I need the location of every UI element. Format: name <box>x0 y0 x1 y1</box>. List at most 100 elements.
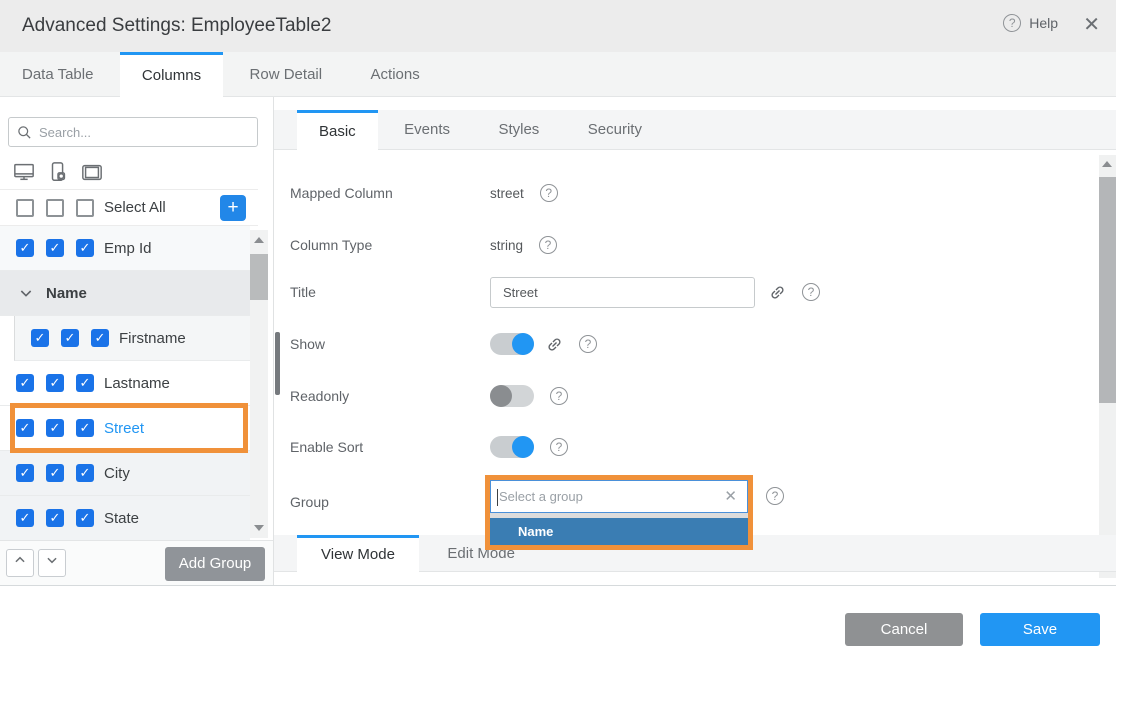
visibility-checkbox[interactable] <box>16 464 34 482</box>
field-label: Enable Sort <box>290 439 490 455</box>
scroll-up-arrow[interactable] <box>254 237 264 243</box>
move-up-button[interactable] <box>6 549 34 577</box>
tab-basic[interactable]: Basic <box>297 110 378 151</box>
tab-styles[interactable]: Styles <box>476 110 561 150</box>
column-type-value: string <box>490 238 523 253</box>
mobile-icon[interactable] <box>47 161 69 183</box>
visibility-checkbox[interactable] <box>46 374 64 392</box>
scroll-up-arrow[interactable] <box>1102 161 1112 167</box>
show-toggle[interactable] <box>490 333 534 355</box>
save-button[interactable]: Save <box>980 613 1100 646</box>
visibility-checkbox[interactable] <box>16 419 34 437</box>
toggle-knob <box>490 385 512 407</box>
enable-sort-toggle[interactable] <box>490 436 534 458</box>
desktop-icon[interactable] <box>12 161 36 183</box>
visibility-checkbox[interactable] <box>61 329 79 347</box>
help-icon[interactable] <box>540 184 558 202</box>
group-row-name[interactable]: Name <box>0 271 250 316</box>
group-select-highlight-annotation: ✕ Name <box>485 475 753 550</box>
visibility-checkbox[interactable] <box>31 329 49 347</box>
field-mapped-column: Mapped Column street <box>290 176 1086 210</box>
help-icon[interactable] <box>766 487 784 505</box>
visibility-checkbox[interactable] <box>46 464 64 482</box>
field-label: Readonly <box>290 388 490 404</box>
scrollbar-thumb[interactable] <box>250 254 268 300</box>
field-enable-sort: Enable Sort <box>290 430 1086 464</box>
add-group-button[interactable]: Add Group <box>165 547 265 581</box>
panel-scrollbar-thumb[interactable] <box>275 332 280 395</box>
tab-events[interactable]: Events <box>382 110 472 150</box>
group-label: Name <box>46 285 87 302</box>
close-icon[interactable]: ✕ <box>1083 14 1100 36</box>
column-label: Emp Id <box>104 240 152 257</box>
dropdown-option-name[interactable]: Name <box>490 518 748 545</box>
search-icon <box>17 125 32 140</box>
select-all-desktop-checkbox[interactable] <box>16 199 34 217</box>
sidebar-scrollbar[interactable] <box>250 230 268 538</box>
search-box[interactable] <box>8 117 258 147</box>
panel-scrollbar[interactable] <box>1099 155 1116 578</box>
link-icon[interactable] <box>769 284 786 301</box>
help-icon[interactable] <box>539 236 557 254</box>
column-row-firstname[interactable]: Firstname <box>14 316 250 361</box>
column-list: Emp Id Name Firstname <box>0 226 250 541</box>
link-icon[interactable] <box>546 336 563 353</box>
visibility-checkbox[interactable] <box>46 239 64 257</box>
help-icon[interactable] <box>802 283 820 301</box>
tablet-icon[interactable] <box>80 161 104 183</box>
help-icon[interactable] <box>550 438 568 456</box>
help-button[interactable]: Help <box>1003 14 1058 32</box>
main-tabbar: Data Table Columns Row Detail Actions <box>0 52 1116 97</box>
group-select[interactable]: ✕ <box>490 480 748 513</box>
visibility-checkbox[interactable] <box>16 239 34 257</box>
dialog-body: Select All + Emp Id Name <box>0 97 1116 586</box>
column-row-city[interactable]: City <box>0 451 250 496</box>
select-all-row: Select All + <box>0 190 258 226</box>
select-all-tablet-checkbox[interactable] <box>76 199 94 217</box>
column-row-street-selected[interactable]: Street <box>0 406 250 451</box>
dialog-title: Advanced Settings: EmployeeTable2 <box>22 0 331 52</box>
field-label: Show <box>290 336 490 352</box>
field-label: Group <box>290 494 490 510</box>
readonly-toggle[interactable] <box>490 385 534 407</box>
column-label: City <box>104 465 130 482</box>
select-all-label: Select All <box>104 199 166 216</box>
visibility-checkbox[interactable] <box>76 464 94 482</box>
move-down-button[interactable] <box>38 549 66 577</box>
help-icon[interactable] <box>579 335 597 353</box>
add-column-button[interactable]: + <box>220 195 246 221</box>
column-row-empid[interactable]: Emp Id <box>0 226 250 271</box>
tab-view-mode[interactable]: View Mode <box>297 535 419 573</box>
column-row-state[interactable]: State <box>0 496 250 541</box>
column-settings-panel: Basic Events Styles Security Mapped Colu… <box>274 97 1116 585</box>
group-select-input[interactable] <box>491 489 747 504</box>
visibility-checkbox[interactable] <box>91 329 109 347</box>
visibility-checkbox[interactable] <box>76 509 94 527</box>
visibility-checkbox[interactable] <box>76 374 94 392</box>
tab-columns[interactable]: Columns <box>120 52 223 98</box>
visibility-checkbox[interactable] <box>76 419 94 437</box>
visibility-checkbox[interactable] <box>16 509 34 527</box>
chevron-down-icon[interactable] <box>18 285 34 301</box>
tab-data-table[interactable]: Data Table <box>0 52 115 97</box>
scroll-down-arrow[interactable] <box>254 525 264 531</box>
column-row-lastname[interactable]: Lastname <box>0 361 250 406</box>
visibility-checkbox[interactable] <box>46 419 64 437</box>
visibility-checkbox[interactable] <box>46 509 64 527</box>
visibility-checkbox[interactable] <box>76 239 94 257</box>
clear-icon[interactable]: ✕ <box>724 489 737 505</box>
cancel-button[interactable]: Cancel <box>845 613 963 646</box>
scrollbar-thumb[interactable] <box>1099 177 1116 403</box>
visibility-checkbox[interactable] <box>16 374 34 392</box>
select-all-mobile-checkbox[interactable] <box>46 199 64 217</box>
tab-row-detail[interactable]: Row Detail <box>228 52 345 97</box>
title-input[interactable] <box>490 277 755 308</box>
field-readonly: Readonly <box>290 379 1086 413</box>
column-label: State <box>104 510 139 527</box>
search-input[interactable] <box>39 125 249 140</box>
help-icon[interactable] <box>550 387 568 405</box>
tab-security[interactable]: Security <box>566 110 664 150</box>
text-cursor <box>497 489 498 506</box>
field-label: Column Type <box>290 237 490 253</box>
tab-actions[interactable]: Actions <box>349 52 442 97</box>
